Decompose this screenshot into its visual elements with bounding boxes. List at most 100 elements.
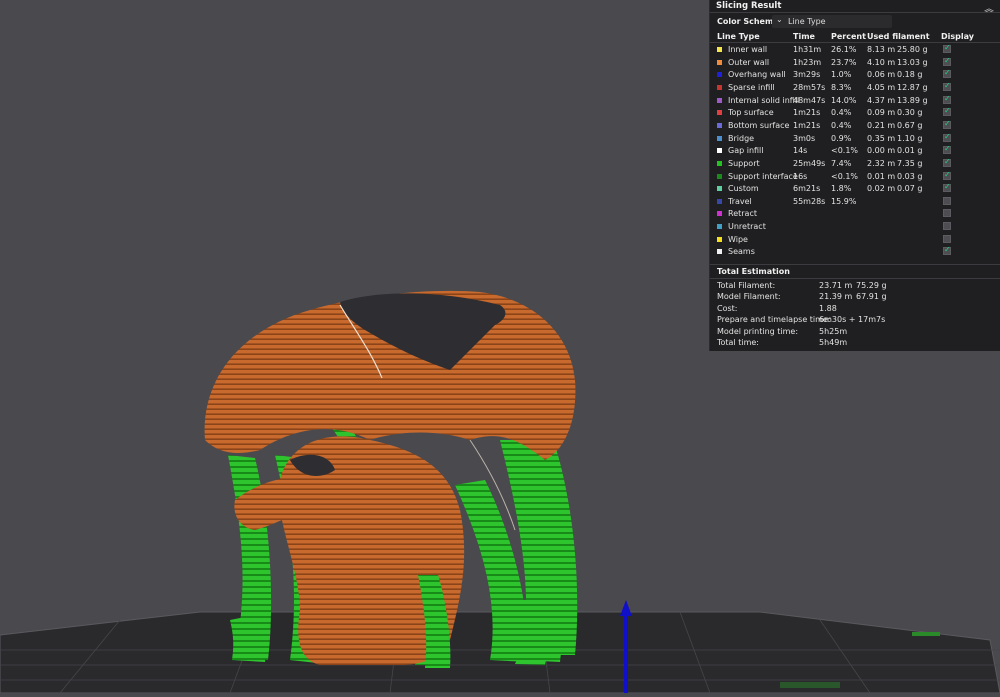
table-row: Inner wall 1h31m 26.1% 8.13 m 25.80 g [710,43,1000,57]
line-type-name: Support [728,158,760,168]
table-row: Custom 6m21s 1.8% 0.02 m 0.07 g [710,182,1000,196]
color-scheme-dropdown[interactable]: ⌄ Line Type [772,15,892,28]
display-checkbox[interactable] [943,234,951,243]
summary-label: Prepare and timelapse time: [717,315,831,325]
weight-cell: 1.10 g [897,133,923,143]
display-checkbox[interactable] [943,119,951,129]
display-checkbox[interactable] [943,43,951,53]
color-swatch [717,59,722,65]
display-checkbox[interactable] [943,106,951,117]
color-swatch [717,135,722,141]
summary-label: Total Filament: [717,281,776,290]
display-checkbox[interactable] [943,94,951,104]
table-row: Bridge 3m0s 0.9% 0.35 m 1.10 g [710,132,1000,146]
color-swatch [717,224,722,230]
length-cell: 0.21 m [867,120,896,130]
color-swatch [717,249,722,255]
summary-value: 23.71 m [819,281,853,290]
weight-cell: 0.18 g [897,70,923,80]
line-type-name: Outer wall [728,57,770,67]
display-checkbox[interactable] [943,132,951,142]
weight-cell: 0.67 g [897,120,923,130]
table-row: Support 25m49s 7.4% 2.32 m 7.35 g [710,157,1000,171]
line-type-name: Support interface [728,171,798,181]
line-type-name: Seams [728,247,755,257]
slicing-result-panel: Slicing Result ︽ Color Scheme ⌄ Line Typ… [710,0,1000,351]
percent-cell: 15.9% [831,196,857,206]
time-cell: 25m49s [793,158,826,168]
table-row: Sparse infill 28m57s 8.3% 4.05 m 12.87 g [710,81,1000,95]
summary-row: Model printing time: 5h25m [710,327,1000,338]
display-checkbox[interactable] [943,170,951,180]
header-percent: Percent [831,32,866,41]
display-checkbox[interactable] [943,68,951,79]
color-swatch [717,211,722,217]
display-checkbox[interactable] [943,157,951,167]
line-type-name: Retract [728,209,757,219]
time-cell: 3m29s [793,70,821,80]
color-swatch [717,148,722,154]
table-row: Top surface 1m21s 0.4% 0.09 m 0.30 g [710,106,1000,120]
line-type-name: Inner wall [728,45,768,54]
length-cell: 0.09 m [867,108,896,118]
length-cell: 4.05 m [867,82,896,92]
summary-label: Cost: [717,303,738,313]
percent-cell: <0.1% [831,171,859,181]
summary-label: Model Filament: [717,292,781,302]
display-checkbox[interactable] [943,144,951,155]
total-estimation-title: Total Estimation [717,267,790,276]
display-checkbox[interactable] [943,196,951,205]
percent-cell: 1.0% [831,70,852,80]
time-cell: 1m21s [793,120,821,130]
summary-value: 1.88 [819,303,837,313]
color-swatch [717,173,722,179]
display-checkbox[interactable] [943,222,951,231]
table-row: Seams [710,245,1000,259]
length-cell: 4.10 m [867,57,896,67]
table-row: Support interface 16s <0.1% 0.01 m 0.03 g [710,170,1000,184]
weight-cell: 0.03 g [897,171,923,181]
line-type-name: Wipe [728,234,748,244]
color-scheme-value: Line Type [788,17,826,26]
weight-cell: 0.01 g [897,146,923,156]
display-checkbox[interactable] [943,245,951,256]
color-swatch [717,110,722,116]
panel-title: Slicing Result [716,1,782,11]
line-type-name: Unretract [728,222,766,232]
display-checkbox[interactable] [943,56,951,66]
time-cell: 1m21s [793,108,821,118]
percent-cell: 8.3% [831,82,852,92]
table-row: Gap infill 14s <0.1% 0.00 m 0.01 g [710,144,1000,158]
summary-row: Total Filament: 23.71 m 75.29 g [710,281,1000,292]
table-row: Overhang wall 3m29s 1.0% 0.06 m 0.18 g [710,68,1000,82]
table-row: Bottom surface 1m21s 0.4% 0.21 m 0.67 g [710,119,1000,133]
header-used-filament: Used filament [867,32,930,41]
display-checkbox[interactable] [943,209,951,218]
color-swatch [717,186,722,192]
time-cell: 3m0s [793,133,816,143]
line-type-name: Gap infill [728,146,764,156]
table-row: Internal solid infill 48m47s 14.0% 4.37 m 13… [710,94,1000,108]
table-row: Unretract [710,221,1000,234]
line-type-name: Bottom surface [728,120,790,130]
display-checkbox[interactable] [943,81,951,91]
percent-cell: 26.1% [831,45,857,54]
summary-value: 5h25m [819,326,848,336]
summary-label: Model printing time: [717,326,799,336]
color-swatch [717,236,722,242]
color-swatch [717,160,722,166]
summary-value: 6m30s + 17m7s [819,315,886,325]
display-checkbox[interactable] [943,182,951,193]
line-type-name: Custom [728,184,759,194]
length-cell: 0.35 m [867,133,896,143]
table-row: Travel 55m28s 15.9% [710,196,1000,209]
weight-cell: 0.30 g [897,108,923,118]
percent-cell: 14.0% [831,95,857,105]
time-cell: 48m47s [793,95,826,105]
time-cell: 1h31m [793,45,822,54]
summary-row: Model Filament: 21.39 m 67.91 g [710,292,1000,303]
color-swatch [717,198,722,204]
divider [710,264,1000,265]
percent-cell: 23.7% [831,57,857,67]
divider [710,12,1000,13]
